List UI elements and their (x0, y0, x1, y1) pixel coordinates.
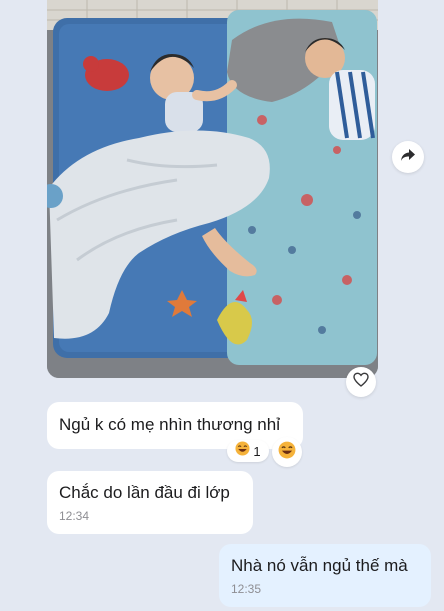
like-button[interactable] (346, 367, 376, 397)
reaction-summary[interactable]: 1 (227, 440, 269, 462)
message-time: 12:35 (231, 582, 262, 596)
chat-conversation: Ngủ k có mẹ nhìn thương nhỉ 1 Chắc do lầ… (0, 0, 444, 611)
laughing-face-icon (235, 441, 250, 461)
photo-image[interactable] (47, 0, 378, 378)
message-text: Nhà nó vẫn ngủ thế mà (231, 556, 408, 575)
heart-outline-icon (353, 372, 369, 392)
reaction-count: 1 (253, 443, 261, 459)
share-button[interactable] (392, 141, 424, 173)
message-text: Ngủ k có mẹ nhìn thương nhỉ (59, 415, 280, 434)
message-time: 12:34 (59, 509, 90, 523)
outgoing-message[interactable]: Nhà nó vẫn ngủ thế mà 12:35 (219, 544, 431, 607)
laughing-face-icon (278, 441, 296, 464)
message-text: Chắc do lần đầu đi lớp (59, 483, 230, 502)
react-button[interactable] (272, 437, 302, 467)
share-forward-icon (400, 148, 416, 167)
photo-message[interactable] (47, 0, 378, 378)
incoming-message[interactable]: Chắc do lần đầu đi lớp 12:34 (47, 471, 253, 534)
